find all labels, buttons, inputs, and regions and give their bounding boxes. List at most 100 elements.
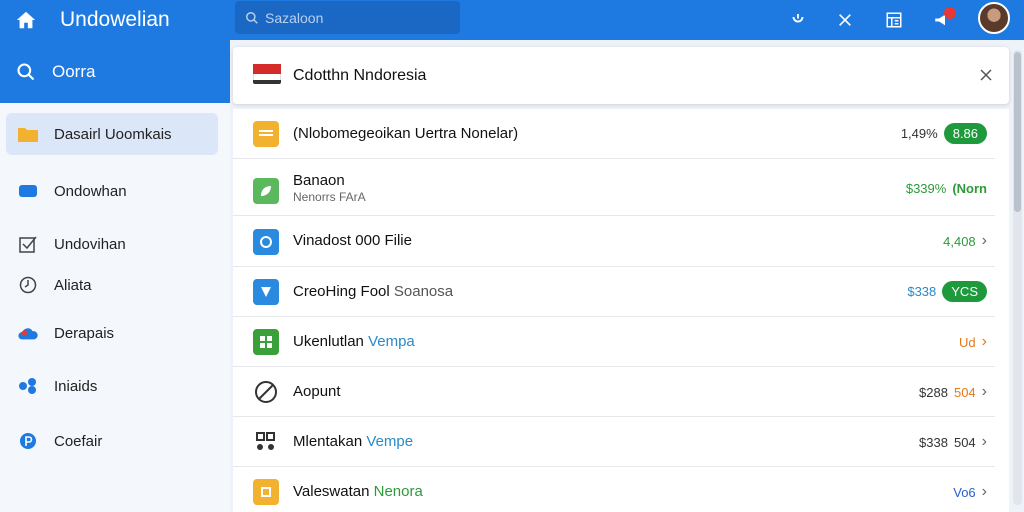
item-meta: $338 504 › bbox=[919, 433, 987, 451]
item-value: $288 bbox=[919, 384, 948, 400]
cloud-icon bbox=[18, 323, 38, 343]
search-input[interactable] bbox=[265, 9, 455, 26]
avatar[interactable] bbox=[978, 2, 1010, 34]
close-window-button[interactable] bbox=[831, 6, 859, 34]
yellow-folder-icon bbox=[253, 121, 279, 147]
sidebar: Oorra Dasairl Uoomkais Ondowhan Undoviha… bbox=[0, 40, 230, 512]
sidebar-item-label: Ondowhan bbox=[54, 182, 127, 200]
item-value: $338 bbox=[919, 434, 948, 450]
close-icon bbox=[980, 69, 992, 81]
sidebar-item-dasairl[interactable]: Dasairl Uoomkais bbox=[6, 113, 218, 155]
list-item[interactable]: Mlentakan Vempe $338 504 › bbox=[233, 417, 995, 467]
sidebar-item-label: Iniaids bbox=[54, 377, 98, 395]
status-badge: YCS bbox=[942, 281, 987, 302]
item-name: Banaon bbox=[293, 172, 345, 189]
chevron-right-icon: › bbox=[981, 433, 987, 450]
sidebar-item-undovihan[interactable]: Undovihan bbox=[6, 223, 218, 265]
item-name-main: Ukenlutlan bbox=[293, 333, 364, 350]
search-icon bbox=[246, 11, 258, 24]
top-bar: Undowelian bbox=[0, 0, 1024, 40]
item-name-main: Valeswatan bbox=[293, 483, 370, 500]
sidebar-item-derapais[interactable]: Derapais bbox=[6, 312, 218, 354]
layout-button[interactable] bbox=[880, 6, 908, 34]
item-name-accent: Nenora bbox=[373, 483, 423, 500]
search-box[interactable] bbox=[235, 1, 460, 34]
p-icon bbox=[18, 431, 38, 451]
item-name-main: Mlentakan bbox=[293, 433, 363, 450]
sidebar-search[interactable]: Oorra bbox=[0, 40, 230, 103]
list-item[interactable]: Vinadost 000 Filie 4,408 › bbox=[233, 217, 995, 267]
list-item[interactable]: (Nlobomegeoikan Uertra Nonelar) 1,49% 8.… bbox=[233, 109, 995, 159]
close-button[interactable] bbox=[975, 64, 997, 86]
notification-toggle-button[interactable] bbox=[784, 6, 812, 34]
item-meta: $338 YCS bbox=[907, 281, 987, 302]
sidebar-item-ondowhan[interactable]: Ondowhan bbox=[6, 170, 218, 212]
item-value: Ud bbox=[959, 334, 976, 350]
blue-circle-icon bbox=[253, 229, 279, 255]
item-name-accent: Soanosa bbox=[393, 283, 454, 300]
sidebar-item-coefair[interactable]: Coefair bbox=[6, 420, 218, 462]
header-title: Cdotthn Nndoresia bbox=[293, 67, 427, 84]
alerts-button[interactable] bbox=[928, 6, 956, 34]
no-sign-icon bbox=[253, 379, 279, 405]
sidebar-item-label: Aliata bbox=[54, 276, 92, 294]
item-name-accent: Vempe bbox=[366, 433, 414, 450]
close-icon bbox=[839, 14, 851, 26]
yellow-square-icon bbox=[253, 479, 279, 505]
notification-badge bbox=[944, 7, 956, 19]
layout-icon bbox=[886, 12, 902, 28]
checkbox-icon bbox=[18, 234, 38, 254]
sidebar-item-label: Dasairl Uoomkais bbox=[54, 125, 172, 143]
item-value: 4,408 bbox=[943, 233, 976, 249]
app-title: Undowelian bbox=[60, 8, 170, 31]
item-name: Valeswatan Nenora bbox=[293, 483, 423, 500]
item-name: Aopunt bbox=[293, 383, 341, 400]
list-item[interactable]: Banaon Nenorrs FArA $339% (Norn bbox=[233, 162, 995, 216]
home-button[interactable] bbox=[0, 0, 52, 40]
item-name-main: CreoHing Fool bbox=[293, 283, 390, 300]
chevron-right-icon: › bbox=[981, 483, 987, 500]
sidebar-search-label: Oorra bbox=[52, 61, 96, 81]
list-item[interactable]: Valeswatan Nenora Vo6 › bbox=[233, 467, 995, 512]
item-count: 504 bbox=[953, 384, 976, 400]
item-meta: $288 504 › bbox=[919, 383, 987, 401]
green-leaf-icon bbox=[253, 178, 279, 204]
search-icon bbox=[17, 62, 35, 80]
status-label: (Norn bbox=[952, 181, 987, 196]
blue-tag-icon bbox=[253, 279, 279, 305]
item-name: CreoHing Fool Soanosa bbox=[293, 283, 453, 300]
item-meta: 1,49% 8.86 bbox=[901, 123, 987, 144]
sidebar-item-aliata[interactable]: Aliata bbox=[6, 264, 218, 306]
indonesia-flag-icon bbox=[253, 64, 281, 86]
green-grid-icon bbox=[253, 329, 279, 355]
detail-header: Cdotthn Nndoresia bbox=[233, 47, 1009, 104]
sidebar-item-label: Undovihan bbox=[54, 235, 126, 253]
sidebar-item-label: Coefair bbox=[54, 432, 103, 450]
list-item[interactable]: Aopunt $288 504 › bbox=[233, 367, 995, 417]
item-value: $339% bbox=[905, 181, 947, 196]
item-meta: Vo6 › bbox=[953, 483, 987, 501]
chat-icon bbox=[18, 181, 38, 201]
item-value: $338 bbox=[907, 284, 937, 299]
chevron-right-icon: › bbox=[981, 383, 987, 400]
list-item[interactable]: CreoHing Fool Soanosa $338 YCS bbox=[233, 267, 995, 317]
group-icon bbox=[253, 429, 279, 455]
sidebar-item-iniaids[interactable]: Iniaids bbox=[6, 365, 218, 407]
clock-icon bbox=[18, 275, 38, 295]
scrollbar-thumb[interactable] bbox=[1014, 52, 1021, 212]
chevron-right-icon: › bbox=[981, 232, 987, 249]
sidebar-item-label: Derapais bbox=[54, 324, 115, 342]
main-panel: Cdotthn Nndoresia (Nlobomegeoikan Uertra… bbox=[233, 47, 1009, 512]
item-name: Ukenlutlan Vempa bbox=[293, 333, 415, 350]
item-meta: Ud › bbox=[959, 333, 987, 351]
item-name-accent: Vempa bbox=[368, 333, 415, 350]
item-subtitle: Nenorrs FArA bbox=[293, 190, 366, 204]
item-value: 1,49% bbox=[900, 126, 938, 141]
item-name: Vinadost 000 Filie bbox=[293, 232, 412, 249]
item-meta: $339% (Norn bbox=[906, 181, 987, 196]
link-icon bbox=[792, 14, 804, 23]
list-item[interactable]: Ukenlutlan Vempa Ud › bbox=[233, 317, 995, 367]
item-name: Mlentakan Vempe bbox=[293, 433, 413, 450]
item-value: Vo6 bbox=[953, 484, 976, 500]
status-badge: 8.86 bbox=[943, 123, 987, 144]
